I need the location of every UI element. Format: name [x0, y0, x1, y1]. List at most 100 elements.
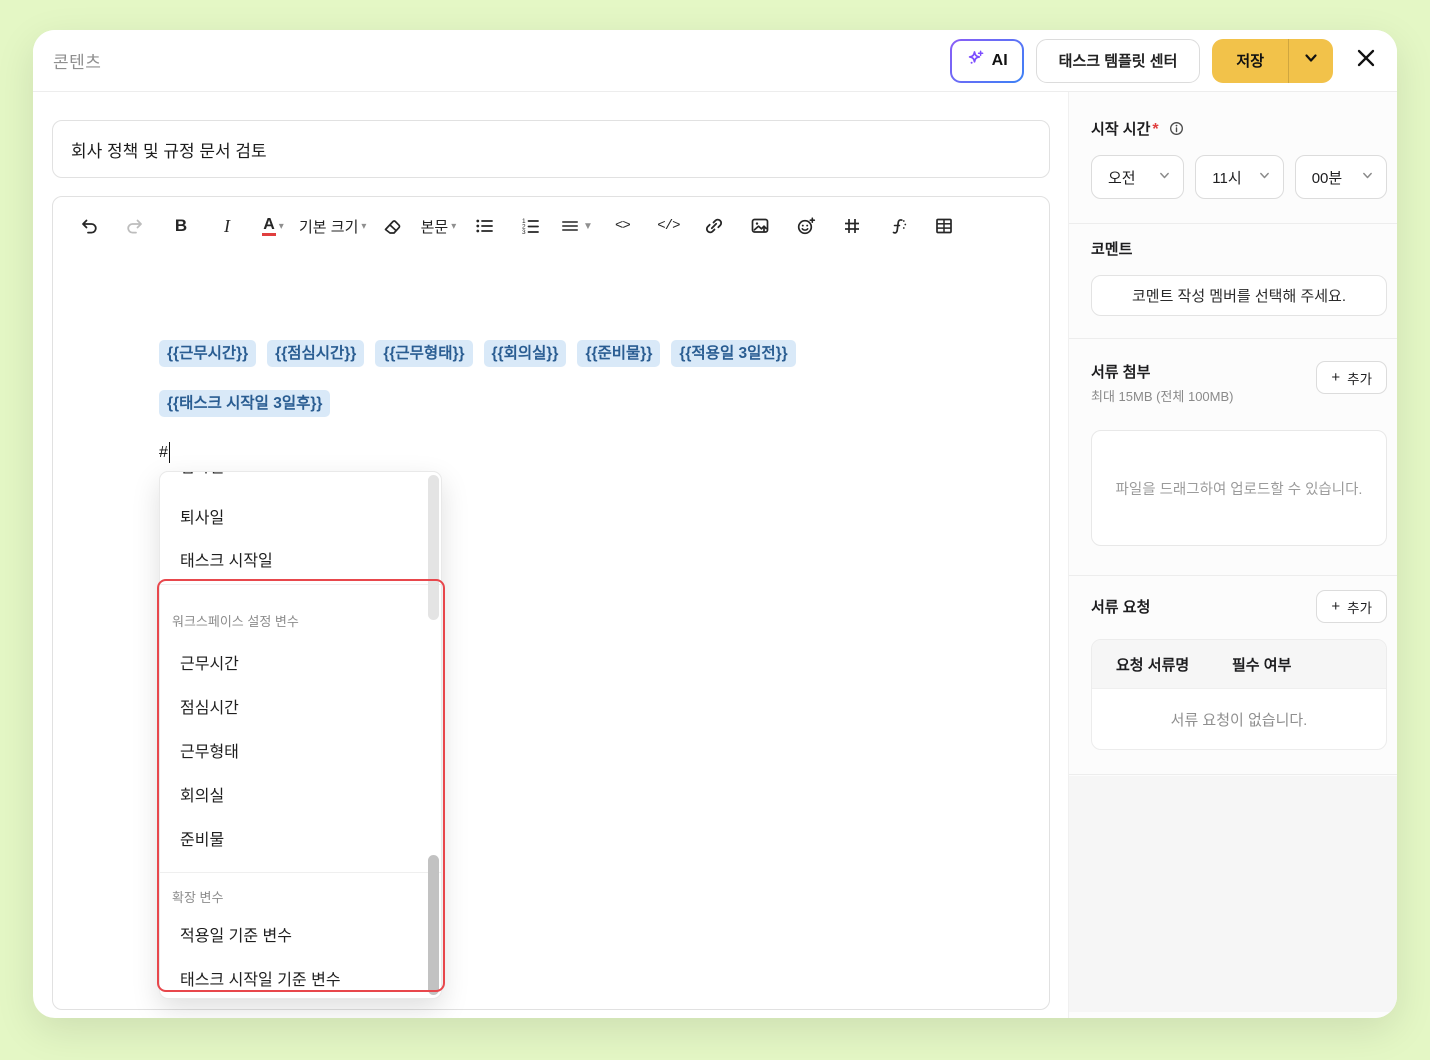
font-size-label: 기본 크기 — [299, 216, 358, 237]
clear-format-button[interactable] — [372, 207, 412, 245]
variable-insert-button[interactable] — [878, 207, 918, 245]
chevron-down-icon: ▾ — [361, 221, 366, 232]
save-dropdown-button[interactable] — [1289, 39, 1333, 83]
image-upload-button[interactable] — [740, 207, 780, 245]
variable-chip[interactable]: {{점심시간}} — [267, 340, 364, 367]
start-time-section: 시작 시간* 오전 — [1069, 92, 1397, 223]
comment-section: 코멘트 코멘트 작성 멤버를 선택해 주세요. — [1069, 224, 1397, 338]
variable-chip[interactable]: {{회의실}} — [484, 340, 567, 367]
bullet-list-button[interactable] — [464, 207, 504, 245]
text-color-icon: A — [262, 216, 276, 236]
document-request-add-button[interactable]: + 추가 — [1316, 590, 1387, 623]
column-header: 필수 여부 — [1232, 654, 1291, 675]
dropdown-item[interactable]: 태스크 시작일 기준 변수 — [160, 956, 441, 999]
text-color-button[interactable]: A ▾ — [253, 207, 293, 245]
undo-icon — [78, 215, 100, 237]
align-dropdown[interactable]: ▼ — [556, 207, 596, 245]
dropdown-item[interactable]: 회의실 — [160, 772, 441, 816]
chevron-down-icon: ▼ — [583, 221, 593, 232]
hour-value: 11시 — [1212, 167, 1241, 188]
dropdown-item[interactable]: 태스크 시작일 — [160, 537, 441, 580]
minute-select[interactable]: 00분 — [1295, 155, 1387, 199]
close-button[interactable] — [1351, 46, 1381, 76]
save-split-button: 저장 — [1212, 39, 1333, 83]
link-button[interactable] — [694, 207, 734, 245]
editor-text-line[interactable]: # — [159, 442, 170, 463]
attachment-add-button[interactable]: + 추가 — [1316, 361, 1387, 394]
dropdown-item[interactable]: 점심시간 — [160, 684, 441, 728]
table-header-row: 요청 서류명 필수 여부 — [1092, 640, 1386, 688]
emoji-add-icon — [795, 215, 817, 237]
sidebar-divider — [1069, 774, 1397, 775]
required-mark: * — [1152, 121, 1158, 138]
scrollbar-thumb[interactable] — [428, 475, 439, 620]
italic-button[interactable]: I — [207, 207, 247, 245]
paragraph-style-dropdown[interactable]: 본문 ▾ — [418, 207, 458, 245]
variable-autocomplete-dropdown: 입사일 퇴사일 태스크 시작일 워크스페이스 설정 변수 근무시간 점심시간 근… — [159, 471, 442, 999]
start-time-label: 시작 시간 — [1091, 121, 1150, 138]
file-dropzone[interactable]: 파일을 드래그하여 업로드할 수 있습니다. — [1091, 430, 1387, 546]
variable-chip[interactable]: {{근무시간}} — [159, 340, 256, 367]
dropdown-item[interactable]: 준비물 — [160, 816, 441, 860]
emoji-button[interactable] — [786, 207, 826, 245]
document-request-section: 서류 요청 + 추가 요청 서류명 필수 여부 서류 요청이 없습니다. — [1069, 576, 1397, 774]
chevron-down-icon: ▾ — [279, 221, 284, 232]
minute-value: 00분 — [1312, 167, 1343, 188]
dropdown-item[interactable]: 근무형태 — [160, 728, 441, 772]
sidebar-empty-area — [1069, 776, 1397, 1012]
variable-chip[interactable]: {{준비물}} — [577, 340, 660, 367]
inline-code-button[interactable]: <> — [602, 207, 642, 245]
header-actions: AI 태스크 템플릿 센터 저장 — [950, 39, 1381, 83]
ampm-select[interactable]: 오전 — [1091, 155, 1184, 199]
save-button-label: 저장 — [1236, 50, 1264, 71]
undo-button[interactable] — [69, 207, 109, 245]
template-center-button[interactable]: 태스크 템플릿 센터 — [1036, 39, 1201, 83]
dropdown-item[interactable]: 근무시간 — [160, 640, 441, 684]
ai-button[interactable]: AI — [950, 39, 1024, 83]
hash-icon — [841, 215, 863, 237]
table-icon — [933, 215, 955, 237]
comment-member-select-label: 코멘트 작성 멤버를 선택해 주세요. — [1132, 285, 1346, 306]
hash-button[interactable] — [832, 207, 872, 245]
variable-chip[interactable]: {{태스크 시작일 3일후}} — [159, 390, 330, 417]
save-button[interactable]: 저장 — [1212, 39, 1288, 83]
image-upload-icon — [749, 215, 771, 237]
bullet-list-icon — [473, 215, 495, 237]
link-icon — [703, 215, 725, 237]
paragraph-style-label: 본문 — [421, 216, 449, 237]
dropdown-scrollbar[interactable] — [428, 475, 439, 995]
font-size-dropdown[interactable]: 기본 크기 ▾ — [299, 207, 366, 245]
variable-chip[interactable]: {{근무형태}} — [375, 340, 472, 367]
column-header: 요청 서류명 — [1092, 654, 1232, 675]
chevron-down-icon: ▾ — [451, 221, 456, 232]
comment-label: 코멘트 — [1091, 238, 1387, 259]
page-background: 콘텐츠 AI 태스크 템플릿 센터 — [0, 0, 1430, 1060]
typed-text: # — [159, 444, 168, 462]
dropdown-group-label: 워크스페이스 설정 변수 — [160, 585, 441, 640]
dropdown-item-clipped[interactable]: 입사일 — [160, 472, 441, 482]
eraser-icon — [381, 215, 403, 237]
task-title-input[interactable] — [52, 120, 1050, 178]
variable-chip[interactable]: {{적용일 3일전}} — [671, 340, 795, 367]
plus-icon: + — [1331, 599, 1340, 614]
ai-button-label: AI — [992, 52, 1008, 70]
ordered-list-button[interactable]: 1 2 3 — [510, 207, 550, 245]
dropdown-item[interactable]: 퇴사일 — [160, 494, 441, 537]
redo-button[interactable] — [115, 207, 155, 245]
hour-select[interactable]: 11시 — [1195, 155, 1283, 199]
dropdown-item[interactable]: 적용일 기준 변수 — [160, 912, 441, 956]
chevron-down-icon — [1361, 169, 1374, 186]
variable-chips-row-2: {{태스크 시작일 3일후}} — [159, 390, 330, 417]
editor-toolbar: B I A ▾ 기본 크기 ▾ 본문 ▾ — [53, 197, 1049, 247]
attachment-add-label: 추가 — [1347, 368, 1372, 388]
table-button[interactable] — [924, 207, 964, 245]
code-block-button[interactable]: </> — [648, 207, 688, 245]
ordered-list-icon: 1 2 3 — [519, 215, 541, 237]
comment-member-select-button[interactable]: 코멘트 작성 멤버를 선택해 주세요. — [1091, 275, 1387, 316]
close-icon — [1354, 46, 1378, 75]
ampm-value: 오전 — [1108, 167, 1136, 188]
info-icon — [1169, 121, 1184, 141]
attachment-section: 서류 첨부 최대 15MB (전체 100MB) + 추가 파일을 드래그하여 … — [1069, 339, 1397, 575]
scrollbar-thumb[interactable] — [428, 855, 439, 995]
bold-button[interactable]: B — [161, 207, 201, 245]
